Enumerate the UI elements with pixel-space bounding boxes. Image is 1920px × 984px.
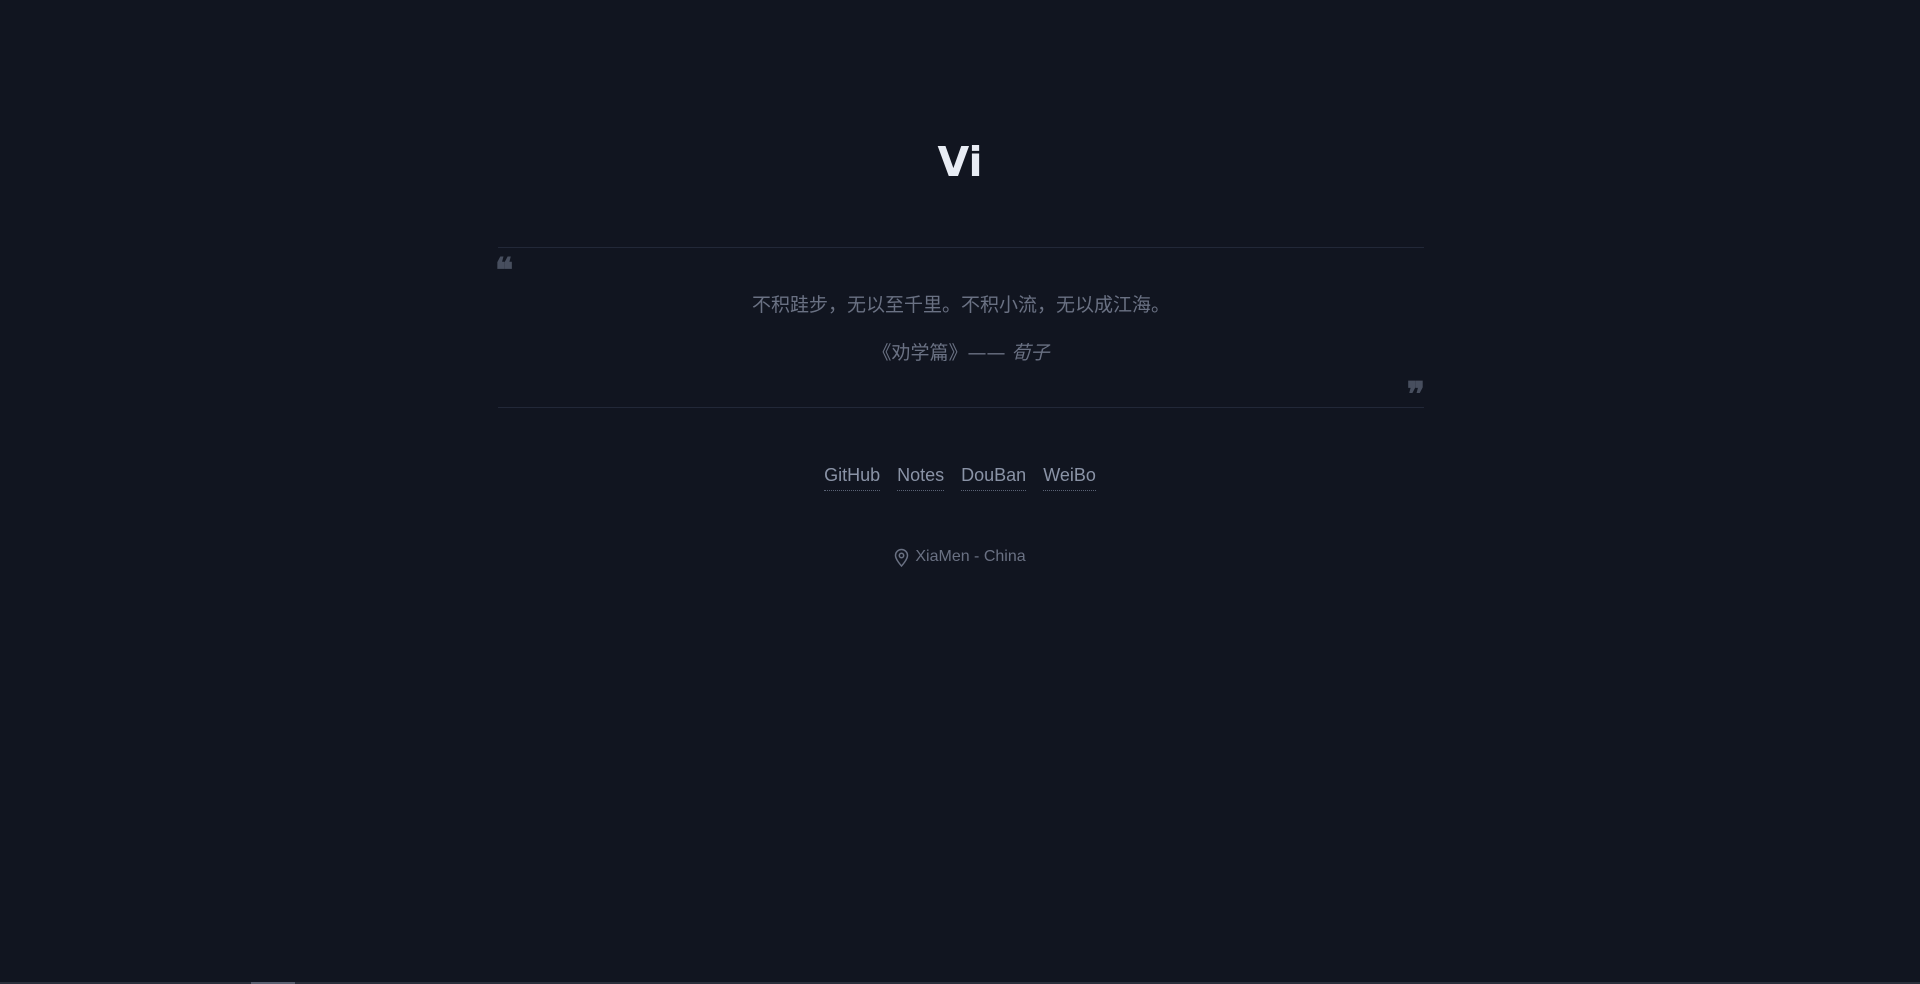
douban-link[interactable]: DouBan bbox=[961, 463, 1027, 491]
quote-author: 荀子 bbox=[1011, 342, 1050, 364]
quote-block: ❝ 不积跬步，无以至千里。不积小流，无以成江海。 《劝学篇》—— 荀子 ❞ bbox=[495, 247, 1425, 412]
site-title: Vi bbox=[937, 138, 983, 186]
github-link[interactable]: GitHub bbox=[824, 463, 881, 491]
open-quote-icon: ❝ bbox=[495, 251, 513, 291]
map-pin-icon bbox=[894, 548, 909, 567]
location-text: XiaMen - China bbox=[915, 548, 1026, 565]
weibo-link[interactable]: WeiBo bbox=[1043, 463, 1096, 491]
close-quote-icon: ❞ bbox=[1406, 375, 1425, 415]
location: XiaMen - China bbox=[0, 546, 1920, 568]
notes-link[interactable]: Notes bbox=[897, 463, 945, 491]
quote-text: 不积跬步，无以至千里。不积小流，无以成江海。 bbox=[751, 294, 1170, 316]
page: Vi ❝ 不积跬步，无以至千里。不积小流，无以成江海。 《劝学篇》—— 荀子 ❞… bbox=[0, 0, 1920, 984]
social-links: GitHub Notes DouBan WeiBo bbox=[0, 463, 1920, 491]
quote-source-line: 《劝学篇》—— 荀子 bbox=[498, 340, 1424, 366]
quote-source: 《劝学篇》—— bbox=[872, 342, 1006, 364]
